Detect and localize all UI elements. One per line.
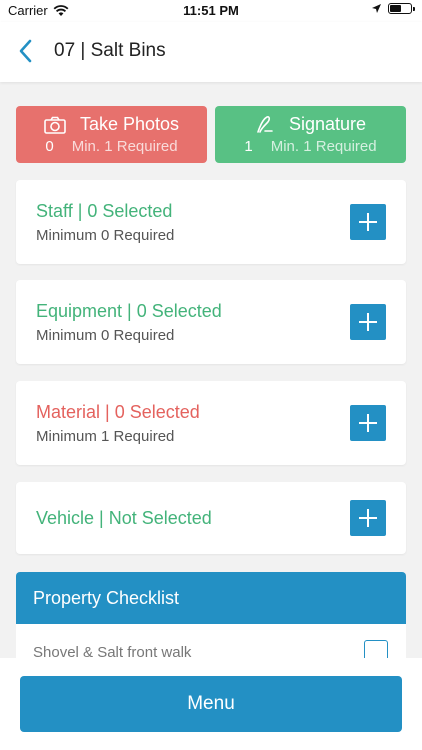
staff-card: Staff | 0 Selected Minimum 0 Required bbox=[16, 180, 406, 264]
staff-title: Staff | 0 Selected bbox=[36, 201, 173, 221]
checklist-header: Property Checklist bbox=[16, 572, 406, 624]
location-arrow-icon bbox=[372, 4, 381, 13]
nav-bar: 07 | Salt Bins bbox=[0, 22, 422, 82]
signature-button[interactable]: Signature 1 Min. 1 Required bbox=[215, 106, 406, 163]
bottom-bar: Menu bbox=[0, 658, 422, 750]
signature-label: Signature bbox=[288, 114, 367, 134]
add-equipment-button[interactable] bbox=[350, 304, 386, 340]
page-title: 07 | Salt Bins bbox=[54, 40, 166, 61]
equipment-subtitle: Minimum 0 Required bbox=[36, 327, 175, 344]
take-photos-button[interactable]: Take Photos 0 Min. 1 Required bbox=[16, 106, 207, 163]
signature-pen-icon bbox=[257, 115, 273, 133]
material-card: Material | 0 Selected Minimum 1 Required bbox=[16, 381, 406, 465]
chevron-left-icon bbox=[19, 39, 32, 63]
battery-icon bbox=[388, 3, 415, 14]
action-buttons: Take Photos 0 Min. 1 Required Signature … bbox=[16, 106, 406, 163]
signature-count: 1 bbox=[244, 138, 253, 155]
equipment-title: Equipment | 0 Selected bbox=[36, 301, 222, 321]
take-photos-label: Take Photos bbox=[79, 114, 180, 134]
signature-requirement: Min. 1 Required bbox=[270, 138, 377, 155]
camera-icon bbox=[44, 116, 66, 134]
add-material-button[interactable] bbox=[350, 405, 386, 441]
back-button[interactable] bbox=[12, 36, 42, 66]
menu-button[interactable]: Menu bbox=[20, 676, 402, 732]
photo-requirement: Min. 1 Required bbox=[71, 138, 178, 155]
status-indicators bbox=[371, 3, 415, 14]
status-bar: Carrier 11:51 PM bbox=[0, 0, 422, 22]
add-vehicle-button[interactable] bbox=[350, 500, 386, 536]
clock: 11:51 PM bbox=[183, 3, 239, 18]
vehicle-title: Vehicle | Not Selected bbox=[36, 508, 212, 528]
equipment-card: Equipment | 0 Selected Minimum 0 Require… bbox=[16, 280, 406, 364]
photo-count: 0 bbox=[45, 138, 54, 155]
material-subtitle: Minimum 1 Required bbox=[36, 428, 175, 445]
vehicle-card: Vehicle | Not Selected bbox=[16, 482, 406, 554]
staff-subtitle: Minimum 0 Required bbox=[36, 227, 175, 244]
material-title: Material | 0 Selected bbox=[36, 402, 200, 422]
add-staff-button[interactable] bbox=[350, 204, 386, 240]
